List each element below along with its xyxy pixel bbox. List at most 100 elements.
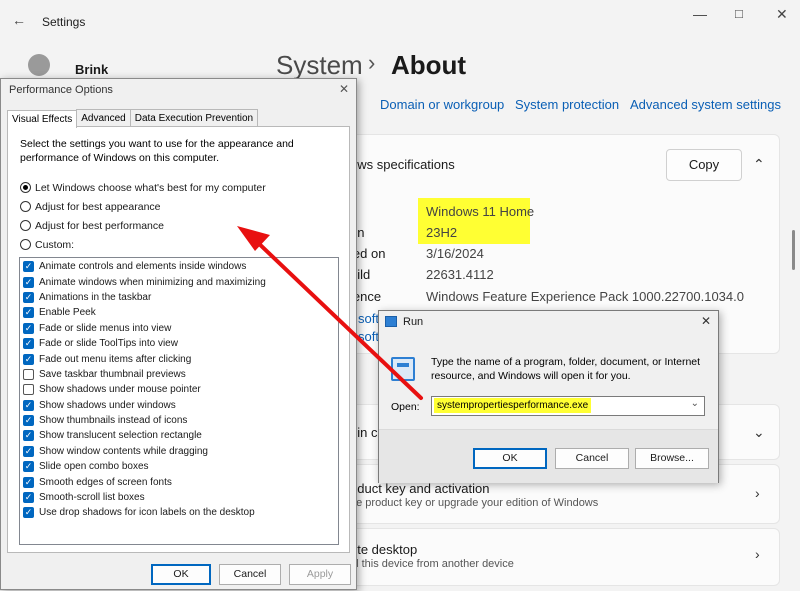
effect-label: Fade or slide ToolTips into view <box>39 338 178 350</box>
checkbox[interactable]: ✓ <box>23 399 34 411</box>
effect-label: Fade out menu items after clicking <box>39 353 192 365</box>
link-system-protection[interactable]: System protection <box>515 97 619 112</box>
checkbox[interactable]: ✓ <box>23 322 34 334</box>
copy-button[interactable]: Copy <box>666 149 742 181</box>
effect-label: Show thumbnails instead of icons <box>39 415 188 427</box>
run-dialog: Run ✕ Type the name of a program, folder… <box>378 310 719 483</box>
link-domain-workgroup[interactable]: Domain or workgroup <box>380 97 504 112</box>
browse-button[interactable]: Browse... <box>635 448 709 469</box>
radio-indicator <box>20 182 31 193</box>
checkbox[interactable]: ✓ <box>23 338 34 350</box>
breadcrumb-system[interactable]: System <box>276 50 363 81</box>
effect-checkbox-row[interactable]: ✓ Smooth edges of screen fonts <box>20 474 338 489</box>
cancel-button[interactable]: Cancel <box>555 448 629 469</box>
minimize-icon[interactable]: — <box>693 6 707 22</box>
effect-checkbox-row[interactable]: ✓ Show translucent selection rectangle <box>20 428 338 443</box>
checkbox[interactable] <box>23 384 34 396</box>
effect-checkbox-row[interactable]: ✓ Fade or slide menus into view <box>20 321 338 336</box>
checkbox[interactable]: ✓ <box>23 445 34 457</box>
cancel-button[interactable]: Cancel <box>219 564 281 585</box>
checkbox[interactable]: ✓ <box>23 492 34 504</box>
effect-label: Slide open combo boxes <box>39 461 149 473</box>
spec-value-version: 23H2 <box>426 225 458 240</box>
spec-value-edition: Windows 11 Home <box>426 204 535 219</box>
effect-label: Show translucent selection rectangle <box>39 430 202 442</box>
user-name: Brink <box>75 62 109 77</box>
effect-checkbox-row[interactable]: ✓ Animations in the taskbar <box>20 290 338 305</box>
tab-visual-effects[interactable]: Visual Effects <box>7 110 78 128</box>
chevron-right-icon[interactable]: › <box>755 485 760 501</box>
run-icon-bar <box>397 363 409 367</box>
chevron-right-icon[interactable]: › <box>755 546 760 562</box>
effect-label: Show shadows under mouse pointer <box>39 384 201 396</box>
checkbox[interactable]: ✓ <box>23 415 34 427</box>
ok-button[interactable]: OK <box>473 448 547 469</box>
avatar <box>28 54 50 76</box>
effects-listbox[interactable]: ✓ Animate controls and elements inside wi… <box>19 257 339 545</box>
effect-label: Smooth-scroll list boxes <box>39 492 145 504</box>
chevron-down-icon[interactable]: ⌄ <box>691 398 699 409</box>
effect-label: Show window contents while dragging <box>39 445 208 457</box>
spec-value-experience: Windows Feature Experience Pack 1000.227… <box>426 289 744 304</box>
effect-checkbox-row[interactable]: ✓ Enable Peek <box>20 305 338 320</box>
scrollbar-thumb[interactable] <box>792 230 795 270</box>
checkbox[interactable]: ✓ <box>23 476 34 488</box>
effect-checkbox-row[interactable]: ✓ Animate windows when minimizing and max… <box>20 274 338 289</box>
effect-checkbox-row[interactable]: ✓ Animate controls and elements inside wi… <box>20 259 338 274</box>
maximize-icon[interactable]: □ <box>735 6 743 21</box>
radio-let-windows-choose[interactable]: Let Windows choose what's best for my co… <box>20 178 266 197</box>
effect-checkbox-row[interactable]: Show shadows under mouse pointer <box>20 382 338 397</box>
close-icon[interactable]: ✕ <box>339 82 349 96</box>
run-app-icon <box>385 316 397 327</box>
effect-label: Enable Peek <box>39 307 96 319</box>
close-icon[interactable]: ✕ <box>701 314 711 328</box>
effect-label: Smooth edges of screen fonts <box>39 476 172 488</box>
checkbox[interactable]: ✓ <box>23 276 34 288</box>
chevron-down-icon[interactable]: ⌄ <box>753 424 765 441</box>
chevron-up-icon[interactable]: ⌃ <box>753 156 765 173</box>
effect-checkbox-row[interactable]: ✓ Slide open combo boxes <box>20 459 338 474</box>
page-title: About <box>391 50 467 80</box>
link-advanced-system-settings[interactable]: Advanced system settings <box>630 97 781 112</box>
effect-checkbox-row[interactable]: ✓ Show shadows under windows <box>20 398 338 413</box>
effect-checkbox-row[interactable]: ✓ Smooth-scroll list boxes <box>20 490 338 505</box>
effect-checkbox-row[interactable]: ✓ Fade out menu items after clicking <box>20 351 338 366</box>
tab-bar: Visual Effects Advanced Data Execution P… <box>7 109 259 128</box>
effect-checkbox-row[interactable]: ✓ Show window contents while dragging <box>20 444 338 459</box>
checkbox[interactable]: ✓ <box>23 461 34 473</box>
checkbox[interactable]: ✓ <box>23 307 34 319</box>
checkbox[interactable]: ✓ <box>23 507 34 519</box>
effect-label: Animations in the taskbar <box>39 291 152 303</box>
row-card-3[interactable] <box>340 528 780 586</box>
radio-custom[interactable]: Custom: <box>20 235 266 254</box>
checkbox[interactable]: ✓ <box>23 353 34 365</box>
spec-value-installed: 3/16/2024 <box>426 246 484 261</box>
checkbox[interactable] <box>23 368 34 380</box>
ok-button[interactable]: OK <box>151 564 211 585</box>
run-description: Type the name of a program, folder, docu… <box>431 356 701 382</box>
effect-checkbox-row[interactable]: ✓ Fade or slide ToolTips into view <box>20 336 338 351</box>
tab-dep[interactable]: Data Execution Prevention <box>129 109 259 127</box>
row-sub-2: ge product key or upgrade your edition o… <box>350 497 599 509</box>
radio-best-performance[interactable]: Adjust for best performance <box>20 216 266 235</box>
tab-advanced[interactable]: Advanced <box>76 109 131 127</box>
radio-best-appearance[interactable]: Adjust for best appearance <box>20 197 266 216</box>
effect-label: Show shadows under windows <box>39 399 176 411</box>
close-icon[interactable]: ✕ <box>776 6 788 23</box>
effect-label: Use drop shadows for icon labels on the … <box>39 507 255 519</box>
radio-label: Let Windows choose what's best for my co… <box>35 181 266 194</box>
effect-checkbox-row[interactable]: ✓ Use drop shadows for icon labels on the… <box>20 505 338 520</box>
checkbox[interactable]: ✓ <box>23 430 34 442</box>
intro-text: Select the settings you want to use for … <box>20 138 294 164</box>
window-title: Settings <box>42 15 86 29</box>
checkbox[interactable]: ✓ <box>23 291 34 303</box>
open-input[interactable]: systempropertiesperformance.exe <box>434 398 592 413</box>
effect-checkbox-row[interactable]: ✓ Show thumbnails instead of icons <box>20 413 338 428</box>
back-arrow-icon[interactable]: ← <box>12 12 26 28</box>
checkbox[interactable]: ✓ <box>23 261 34 273</box>
radio-label: Adjust for best appearance <box>35 200 161 213</box>
link-microsoft-services[interactable]: soft <box>358 311 379 326</box>
open-combobox[interactable]: systempropertiesperformance.exe ⌄ <box>431 396 705 416</box>
link-microsoft-license[interactable]: soft <box>358 329 379 344</box>
effect-checkbox-row[interactable]: Save taskbar thumbnail previews <box>20 367 338 382</box>
